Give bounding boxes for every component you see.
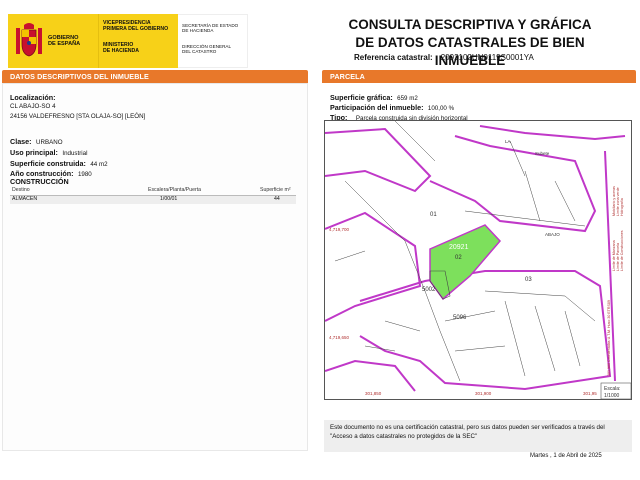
gobierno-logo: GOBIERNO DE ESPAÑA <box>8 14 98 68</box>
cell-superficie: 44 <box>274 196 280 202</box>
coord-bottom-3: 301,95 <box>583 391 597 396</box>
cadastral-reference: Referencia catastral: 2092102UN0119S0001Y… <box>354 53 534 62</box>
cell-destino: ALMACEN <box>12 196 38 202</box>
issue-date: Martes , 1 de Abril de 2025 <box>530 453 602 459</box>
construccion-title: CONSTRUCCIÓN <box>10 177 69 186</box>
parcel-label-02: 02 <box>455 255 462 261</box>
block-outline <box>325 127 432 193</box>
block-outline <box>325 359 416 392</box>
coord-bottom-2: 301,900 <box>475 391 492 396</box>
block-outline <box>359 270 612 391</box>
coord-bottom-1: 301,850 <box>365 391 382 396</box>
superficie-value: 44 m2 <box>90 161 108 168</box>
col-escalera: Escalera/Planta/Puerta <box>148 187 202 193</box>
gobierno-line2: DE ESPAÑA <box>48 41 81 47</box>
vp-line2: PRIMERA DEL GOBIERNO <box>103 26 169 32</box>
address-line2: 24156 VALDEFRESNO [STA OLAJA-SO] [LEÓN] <box>10 113 146 120</box>
dir-line2: DEL CATASTRO <box>182 49 217 55</box>
address-line1: CL ABAJO-SO 4 <box>10 103 56 110</box>
scale-label: Escala: <box>604 386 620 392</box>
street-label-abajo: ABAJO <box>545 232 560 237</box>
table-row: ALMACEN 1/00/01 44 <box>10 196 296 204</box>
cell-escalera: 1/00/01 <box>160 196 178 202</box>
sec-line2: DE HACIENDA <box>182 28 214 34</box>
localizacion-label: Localización: <box>10 93 56 102</box>
street-label-la: LA <box>505 139 511 144</box>
legend-construcciones: Límite de Construcciones <box>620 230 624 271</box>
block-outline <box>479 125 626 141</box>
cadastral-map[interactable]: 01 02 03 5002 5096 20921 ABAJO Subete LA… <box>324 120 632 400</box>
secretariat-block: SECRETARÍA DE ESTADO DE HACIENDA DIRECCI… <box>178 14 248 68</box>
parcel-label-20921: 20921 <box>449 244 469 251</box>
parcel-label-01: 01 <box>430 212 437 218</box>
coord-left-2: 4,719,650 <box>329 335 350 340</box>
ministry-block: VICEPRESIDENCIA PRIMERA DEL GOBIERNO MIN… <box>98 14 178 68</box>
title-line1: CONSULTA DESCRIPTIVA Y GRÁFICA <box>348 17 592 32</box>
min-line2: DE HACIENDA <box>103 48 140 54</box>
street-label-subete: Subete <box>535 151 550 156</box>
section-title-descriptive: DATOS DESCRIPTIVOS DEL INMUEBLE <box>2 70 308 83</box>
col-superficie: Superficie m² <box>260 187 291 193</box>
government-header: GOBIERNO DE ESPAÑA VICEPRESIDENCIA PRIME… <box>8 14 248 68</box>
title-line2: DE DATOS CATASTRALES DE BIEN INMUEBLE <box>355 35 585 68</box>
parcel-label-03: 03 <box>525 277 532 283</box>
coord-left-1: 4,719,700 <box>329 227 350 232</box>
parcel-label-5096: 5096 <box>453 315 467 321</box>
cadastral-map-drawing: 01 02 03 5002 5096 20921 ABAJO Subete LA… <box>325 121 631 399</box>
side-coords-label: 301,900 Coordenadas U.T.M. Huso 30 ETRS8… <box>607 300 611 376</box>
scale-value: 1/1000 <box>604 393 620 399</box>
construction-table-header: Destino Escalera/Planta/Puerta Superfici… <box>10 187 296 196</box>
ref-label: Referencia catastral: <box>354 53 433 62</box>
coat-of-arms-icon <box>16 23 42 57</box>
disclaimer-note: Este documento no es una certificación c… <box>324 420 632 452</box>
ref-value: 2092102UN0119S0001YA <box>440 53 534 62</box>
col-destino: Destino <box>12 187 30 193</box>
highlighted-parcel <box>429 224 502 301</box>
section-title-parcela: PARCELA <box>322 70 636 83</box>
anio-value: 1980 <box>77 171 92 178</box>
parcel-label-5002: 5002 <box>422 287 436 293</box>
legend-hidrografia: Hidrografía <box>620 198 624 216</box>
